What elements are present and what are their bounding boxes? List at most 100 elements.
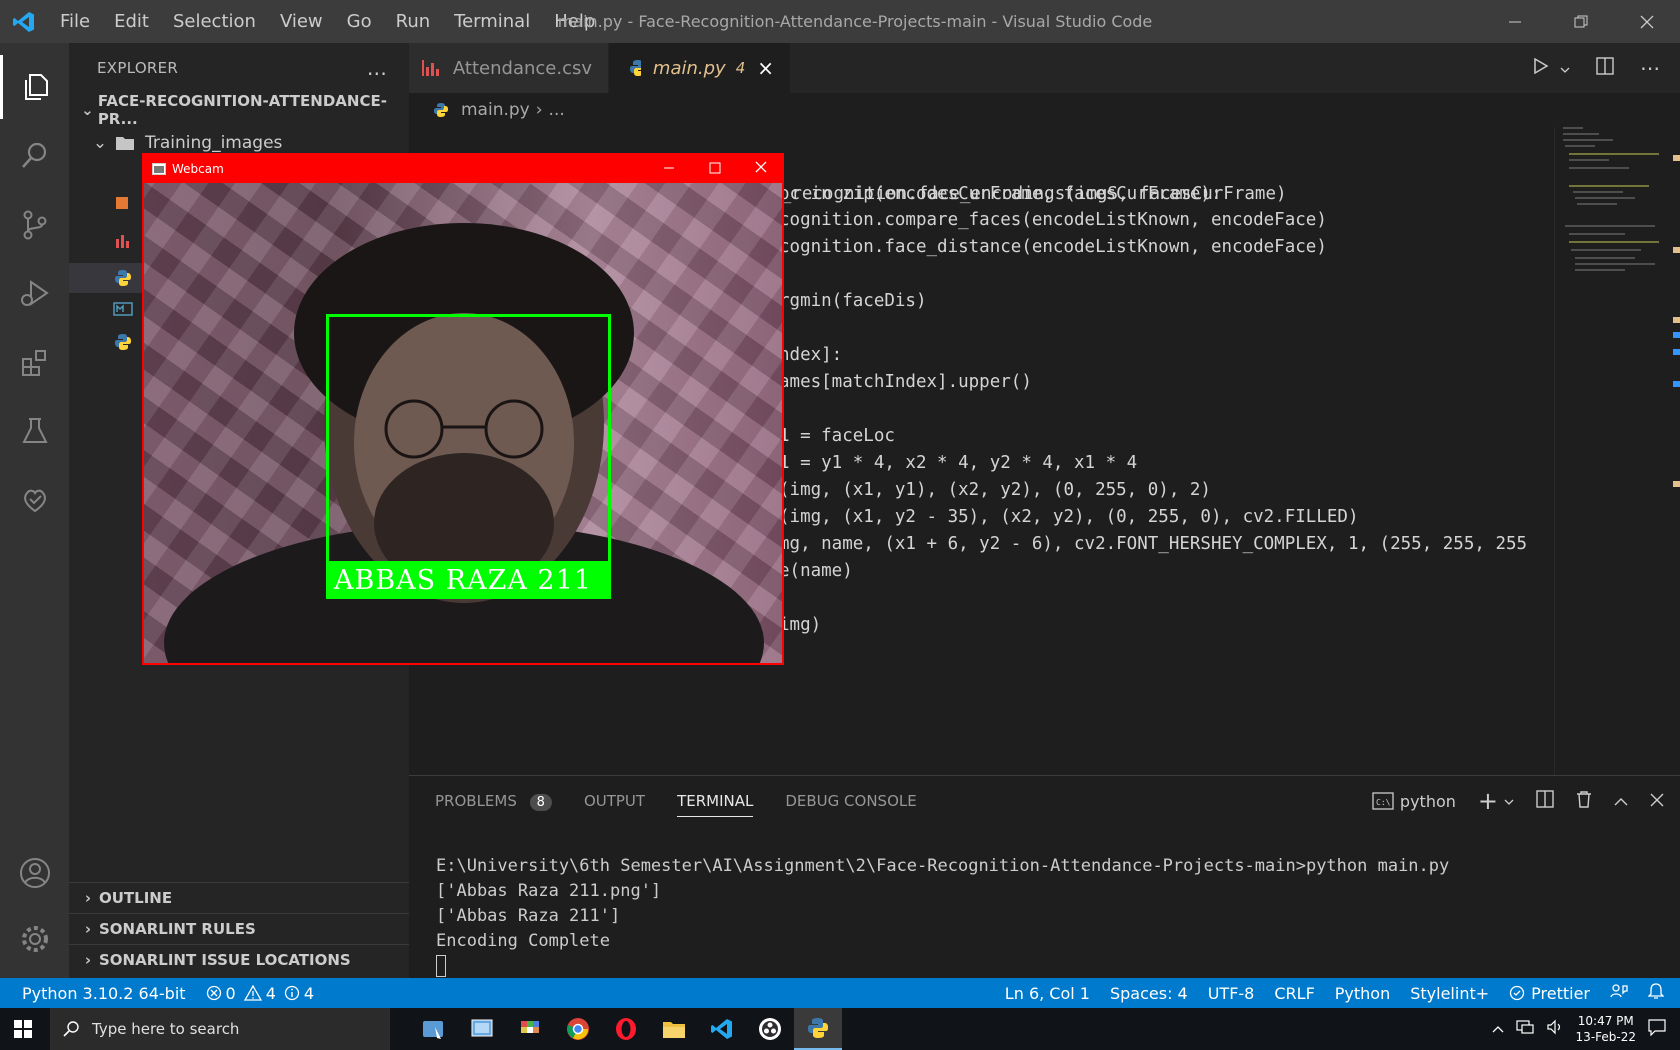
network-icon[interactable] (1515, 1019, 1534, 1039)
taskbar-app-file-explorer-icon[interactable] (650, 1008, 698, 1050)
explorer-icon[interactable] (0, 55, 69, 119)
python-file-icon[interactable] (114, 333, 132, 355)
taskbar-app-vscode-icon[interactable] (698, 1008, 746, 1050)
python-interpreter[interactable]: Python 3.10.2 64-bit (0, 984, 196, 1003)
taskbar-app-tablet-icon[interactable] (458, 1008, 506, 1050)
taskbar-app-opera-icon[interactable] (602, 1008, 650, 1050)
taskbar-app-chrome-icon[interactable] (554, 1008, 602, 1050)
prettier-status[interactable]: Prettier (1499, 984, 1600, 1003)
feedback-icon[interactable] (1600, 983, 1638, 1003)
breadcrumb: main.py › ... (409, 93, 1680, 127)
code-line: oc in zip(encodesCurFrame, facesCurFrame… (779, 184, 1222, 204)
taskbar-app-cube-icon[interactable] (506, 1008, 554, 1050)
webcam-video-feed: ABBAS RAZA 211 (144, 183, 782, 663)
windows-start-icon[interactable] (14, 1020, 32, 1042)
taskbar-clock[interactable]: 10:47 PM 13-Feb-22 (1576, 1013, 1636, 1045)
search-icon[interactable] (0, 123, 69, 187)
webcam-window[interactable]: Webcam ABBAS RAZA 211 (142, 153, 784, 665)
breadcrumb-file[interactable]: main.py (461, 100, 530, 120)
maximize-panel-icon[interactable] (1614, 792, 1628, 811)
chevron-up-icon[interactable] (1492, 1022, 1504, 1037)
breadcrumb-symbol[interactable]: ... (549, 100, 565, 120)
code-line: ames[matchIndex].upper() (779, 372, 1032, 392)
menu-help[interactable]: Help (542, 0, 607, 43)
run-debug-icon[interactable] (0, 261, 69, 325)
split-editor-icon[interactable] (1596, 56, 1614, 80)
sonarlint-rules-section[interactable]: › SONARLINT RULES (69, 913, 409, 944)
sonarlint-issue-locations-section[interactable]: › SONARLINT ISSUE LOCATIONS (69, 944, 409, 975)
tab-terminal[interactable]: TERMINAL (677, 785, 754, 817)
problems-status[interactable]: 0 4 4 (196, 984, 325, 1003)
menu-go[interactable]: Go (335, 0, 384, 43)
chevron-right-icon: › (84, 920, 92, 938)
terminal-line: Encoding Complete (436, 931, 610, 951)
chevron-down-icon[interactable] (1504, 792, 1514, 811)
image-file-icon[interactable] (115, 195, 129, 214)
warning-count: 4 (265, 983, 276, 1003)
outline-section[interactable]: › OUTLINE (69, 882, 409, 913)
webcam-minimize-button[interactable] (662, 158, 676, 181)
stylelint-status[interactable]: Stylelint+ (1400, 984, 1499, 1003)
new-terminal-icon[interactable]: + (1478, 787, 1498, 815)
more-actions-icon[interactable]: ⋯ (1640, 56, 1660, 80)
source-control-icon[interactable] (0, 193, 69, 257)
cursor-position[interactable]: Ln 6, Col 1 (995, 984, 1100, 1003)
menu-file[interactable]: File (48, 0, 102, 43)
notifications-bell-icon[interactable] (1638, 982, 1680, 1004)
chevron-right-icon: › (84, 951, 92, 969)
settings-gear-icon[interactable] (0, 907, 69, 971)
trash-icon[interactable] (1576, 790, 1592, 812)
run-file-icon[interactable] (1532, 57, 1570, 80)
close-panel-icon[interactable] (1650, 792, 1664, 811)
testing-icon[interactable] (0, 399, 69, 463)
tab-output[interactable]: OUTPUT (584, 792, 645, 810)
restore-button[interactable] (1548, 0, 1614, 43)
tab-main-py[interactable]: main.py 4 × (609, 43, 791, 93)
csv-file-icon[interactable] (114, 233, 132, 253)
taskbar-app-cursor-icon[interactable] (410, 1008, 458, 1050)
action-center-icon[interactable] (1648, 1018, 1666, 1040)
breadcrumb-separator-icon: › (535, 100, 543, 120)
extensions-icon[interactable] (0, 330, 69, 394)
menu-view[interactable]: View (268, 0, 335, 43)
tab-attendance-csv[interactable]: Attendance.csv (409, 43, 609, 93)
minimize-button[interactable] (1482, 0, 1548, 43)
close-tab-icon[interactable]: × (757, 56, 774, 80)
taskbar-search-box[interactable]: Type here to search (50, 1008, 390, 1050)
line-ending[interactable]: CRLF (1264, 984, 1324, 1003)
code-line: (img, (x1, y1), (x2, y2), (0, 255, 0), 2… (779, 480, 1211, 500)
tab-debug-console[interactable]: DEBUG CONSOLE (785, 792, 916, 810)
tab-problems[interactable]: PROBLEMS 8 (435, 792, 552, 811)
webcam-close-button[interactable] (754, 158, 768, 181)
language-mode[interactable]: Python (1325, 984, 1400, 1003)
menu-run[interactable]: Run (384, 0, 443, 43)
sonarlint-rules-label: SONARLINT RULES (99, 920, 256, 938)
menu-edit[interactable]: Edit (102, 0, 161, 43)
prettier-label: Prettier (1531, 983, 1590, 1003)
account-icon[interactable] (0, 841, 69, 905)
remote-icon[interactable] (0, 468, 69, 532)
menu-selection[interactable]: Selection (161, 0, 268, 43)
terminal-output[interactable]: E:\University\6th Semester\AI\Assignment… (436, 854, 1449, 979)
menu-terminal[interactable]: Terminal (442, 0, 542, 43)
terminal-selector[interactable]: C:\ python (1372, 792, 1456, 811)
split-terminal-icon[interactable] (1536, 790, 1554, 812)
system-tray: 10:47 PM 13-Feb-22 (1492, 1013, 1680, 1045)
minimap[interactable] (1554, 127, 1680, 775)
markdown-file-icon[interactable] (113, 301, 133, 320)
webcam-maximize-button[interactable] (708, 158, 722, 181)
file-encoding[interactable]: UTF-8 (1198, 984, 1265, 1003)
webcam-titlebar[interactable]: Webcam (144, 155, 782, 183)
indentation[interactable]: Spaces: 4 (1100, 984, 1198, 1003)
close-window-button[interactable] (1614, 0, 1680, 43)
more-actions-icon[interactable]: ... (367, 56, 387, 80)
title-bar: File Edit Selection View Go Run Terminal… (0, 0, 1680, 43)
svg-text:C:\: C:\ (1376, 798, 1391, 807)
code-line: img) (779, 615, 822, 635)
workspace-folder[interactable]: ⌄ FACE-RECOGNITION-ATTENDANCE-PR... (69, 92, 409, 128)
taskbar-app-obs-icon[interactable] (746, 1008, 794, 1050)
taskbar-app-python-icon[interactable] (794, 1008, 842, 1050)
tab-label: Attendance.csv (452, 57, 592, 79)
volume-icon[interactable] (1546, 1019, 1564, 1039)
code-line: ndex]: (779, 345, 843, 365)
